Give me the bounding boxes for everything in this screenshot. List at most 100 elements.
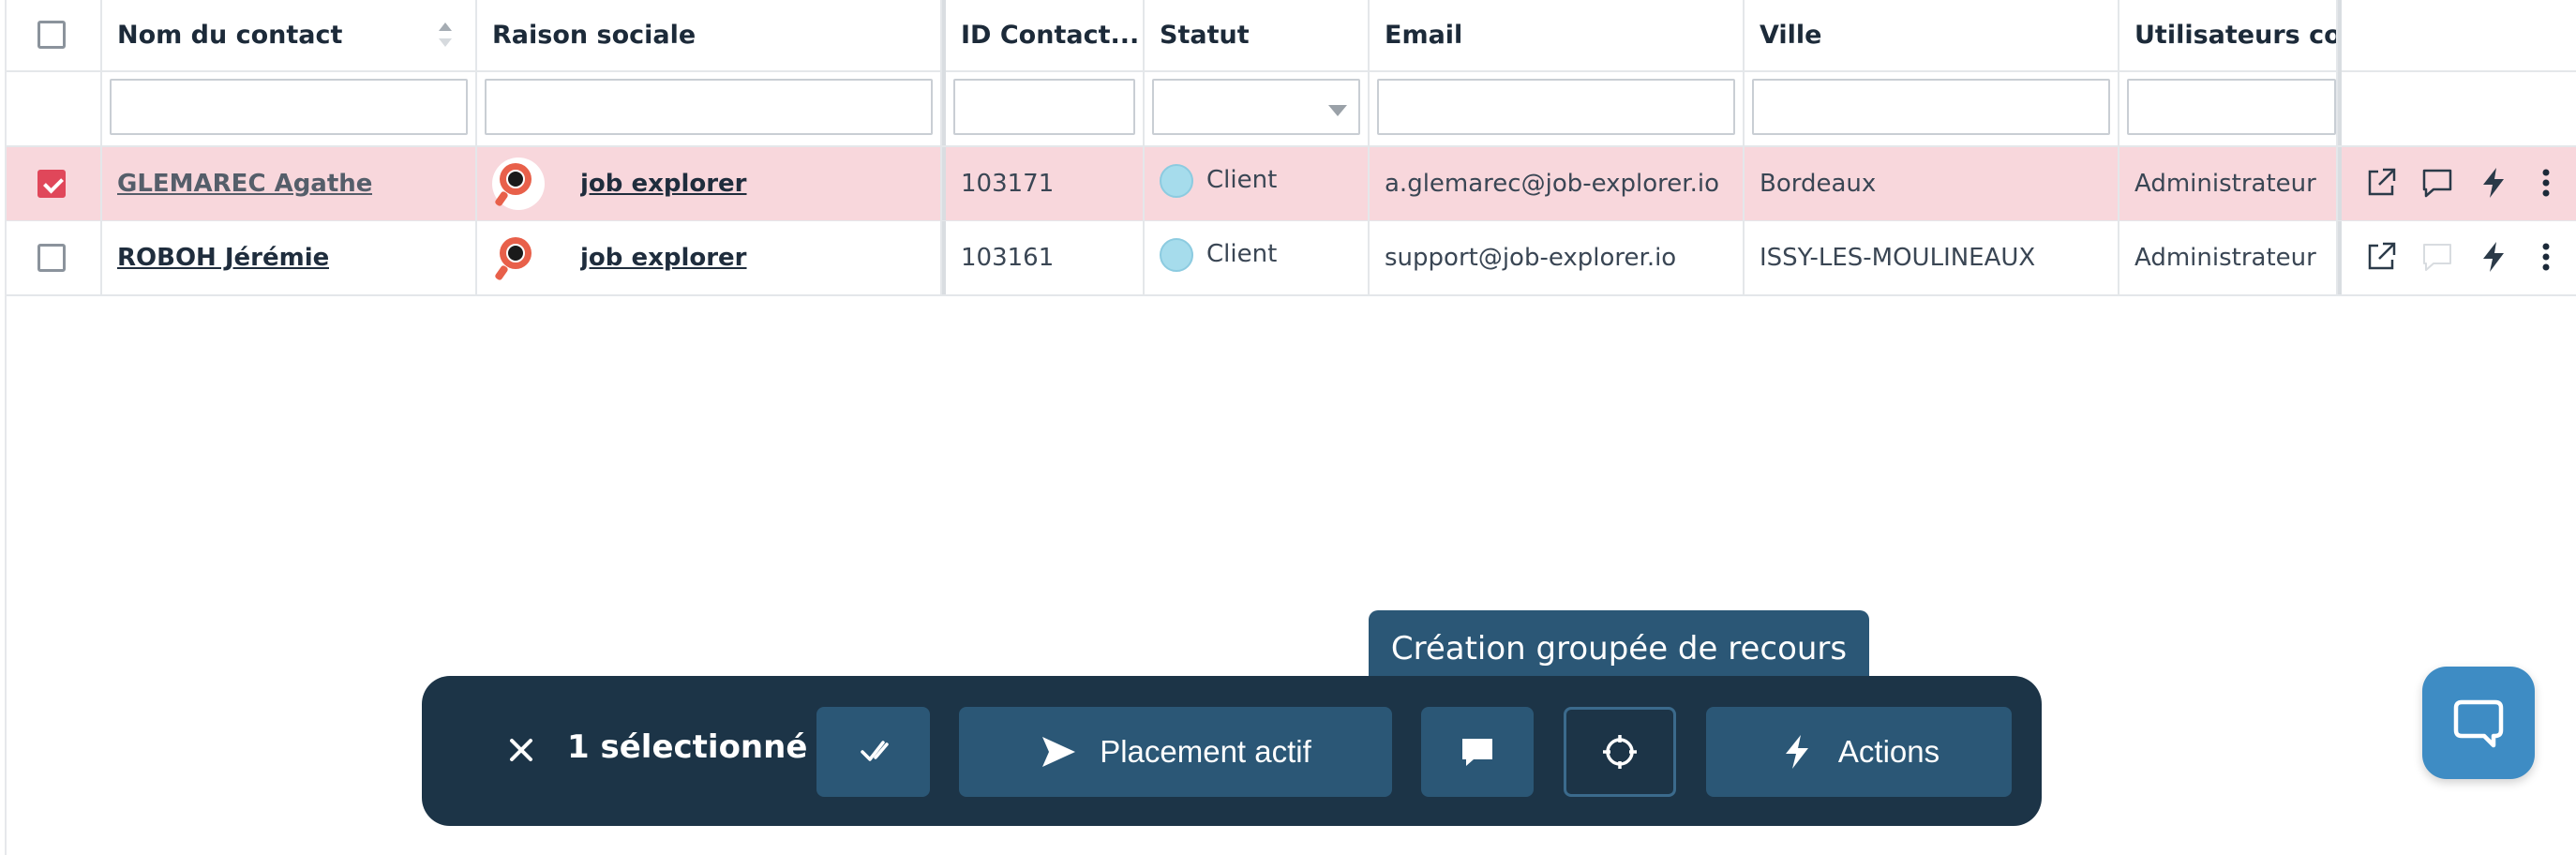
contact-id: 103161 xyxy=(961,244,1055,272)
bolt-icon[interactable] xyxy=(2477,240,2510,274)
bulk-recourse-button[interactable] xyxy=(1564,707,1676,797)
actions-label: Actions xyxy=(1837,734,1940,769)
email-value: support@job-explorer.io xyxy=(1385,244,1677,272)
company-link[interactable]: job explorer xyxy=(580,170,747,198)
filter-company-input[interactable] xyxy=(485,79,933,135)
city-cell: Bordeaux xyxy=(1745,147,2119,220)
company-cell: job explorer xyxy=(477,221,942,294)
users-value: Administrateur xyxy=(2134,244,2316,272)
filter-users-cell xyxy=(2119,70,2338,145)
close-icon[interactable] xyxy=(501,729,542,771)
filter-email-input[interactable] xyxy=(1377,79,1735,135)
filter-contact-cell xyxy=(102,70,477,145)
filter-company-cell xyxy=(477,70,942,145)
comment-icon xyxy=(1462,739,1492,766)
status-cell: Client xyxy=(1145,221,1370,294)
header-email-label: Email xyxy=(1385,21,1463,50)
comment-icon[interactable] xyxy=(2420,166,2454,200)
sort-icon[interactable] xyxy=(436,21,455,49)
header-contact-label: Nom du contact xyxy=(117,21,343,50)
filter-status-cell xyxy=(1145,70,1370,145)
filter-id-cell xyxy=(942,70,1145,145)
row-checkbox[interactable] xyxy=(37,170,66,198)
header-status[interactable]: Statut xyxy=(1145,0,1370,70)
city-value: ISSY-LES-MOULINEAUX xyxy=(1760,244,2036,272)
validate-button[interactable] xyxy=(816,707,930,797)
row-select-cell xyxy=(7,147,102,220)
grid-header: Nom du contact Raison sociale ID Contact… xyxy=(7,0,2576,72)
users-cell: Administrateur xyxy=(2119,221,2338,294)
filter-email-cell xyxy=(1370,70,1745,145)
row-actions xyxy=(2338,147,2576,220)
email-value: a.glemarec@job-explorer.io xyxy=(1385,170,1719,198)
header-actions xyxy=(2338,0,2576,70)
filter-contact-input[interactable] xyxy=(110,79,468,135)
header-company[interactable]: Raison sociale xyxy=(477,0,942,70)
double-check-icon xyxy=(860,741,889,761)
status-dot xyxy=(1160,238,1193,272)
header-city[interactable]: Ville xyxy=(1745,0,2119,70)
table-row[interactable]: ROBOH Jérémie job explorer 103161 Client… xyxy=(7,221,2576,296)
filter-select-cell xyxy=(7,70,102,145)
external-link-icon[interactable] xyxy=(2364,240,2398,274)
status-label: Client xyxy=(1206,240,1278,268)
bolt-icon[interactable] xyxy=(2477,166,2510,200)
header-id-label: ID Contact... xyxy=(961,21,1140,50)
active-placement-label: Placement actif xyxy=(1100,734,1311,769)
select-all-checkbox[interactable] xyxy=(37,21,66,49)
more-vertical-icon[interactable] xyxy=(2529,240,2563,274)
bolt-icon xyxy=(1785,735,1808,769)
contact-link[interactable]: ROBOH Jérémie xyxy=(117,244,329,272)
header-email[interactable]: Email xyxy=(1370,0,1745,70)
send-icon xyxy=(1042,737,1076,767)
contact-cell: GLEMAREC Agathe xyxy=(102,147,477,220)
external-link-icon[interactable] xyxy=(2364,166,2398,200)
city-value: Bordeaux xyxy=(1760,170,1877,198)
email-cell: support@job-explorer.io xyxy=(1370,221,1745,294)
id-cell: 103161 xyxy=(942,221,1145,294)
status-label: Client xyxy=(1206,166,1278,194)
header-id[interactable]: ID Contact... xyxy=(942,0,1145,70)
company-link[interactable]: job explorer xyxy=(580,244,747,272)
selection-action-bar: 1 sélectionné Placement actif Actions xyxy=(422,676,2042,826)
header-users[interactable]: Utilisateurs con xyxy=(2119,0,2338,70)
header-status-label: Statut xyxy=(1160,21,1250,50)
target-icon xyxy=(1603,735,1637,769)
header-company-label: Raison sociale xyxy=(492,21,696,50)
contact-id: 103171 xyxy=(961,170,1055,198)
users-cell: Administrateur xyxy=(2119,147,2338,220)
comment-icon[interactable] xyxy=(2420,240,2454,274)
status-dot xyxy=(1160,164,1193,198)
selection-count: 1 sélectionné xyxy=(567,728,808,766)
row-checkbox[interactable] xyxy=(37,244,66,272)
active-placement-button[interactable]: Placement actif xyxy=(959,707,1392,797)
chat-bubble-icon xyxy=(2453,699,2504,748)
filter-id-input[interactable] xyxy=(953,79,1135,135)
row-actions xyxy=(2338,221,2576,294)
contact-cell: ROBOH Jérémie xyxy=(102,221,477,294)
chevron-down-icon xyxy=(1328,105,1347,116)
company-logo xyxy=(492,158,545,210)
email-cell: a.glemarec@job-explorer.io xyxy=(1370,147,1745,220)
filter-city-cell xyxy=(1745,70,2119,145)
contact-link[interactable]: GLEMAREC Agathe xyxy=(117,170,372,198)
filter-users-input[interactable] xyxy=(2127,79,2336,135)
header-users-label: Utilisateurs con xyxy=(2134,21,2336,50)
status-cell: Client xyxy=(1145,147,1370,220)
id-cell: 103171 xyxy=(942,147,1145,220)
users-value: Administrateur xyxy=(2134,170,2316,198)
more-vertical-icon[interactable] xyxy=(2529,166,2563,200)
header-city-label: Ville xyxy=(1760,21,1822,50)
company-cell: job explorer xyxy=(477,147,942,220)
company-logo xyxy=(492,232,545,284)
table-row[interactable]: GLEMAREC Agathe job explorer 103171 Clie… xyxy=(7,147,2576,222)
header-select-cell xyxy=(7,0,102,70)
chat-button[interactable] xyxy=(2422,667,2535,779)
filter-status-select[interactable] xyxy=(1152,79,1360,135)
comment-button[interactable] xyxy=(1421,707,1534,797)
filter-city-input[interactable] xyxy=(1752,79,2110,135)
row-select-cell xyxy=(7,221,102,294)
header-contact[interactable]: Nom du contact xyxy=(102,0,477,70)
filter-actions-cell xyxy=(2338,70,2576,145)
actions-button[interactable]: Actions xyxy=(1706,707,2012,797)
